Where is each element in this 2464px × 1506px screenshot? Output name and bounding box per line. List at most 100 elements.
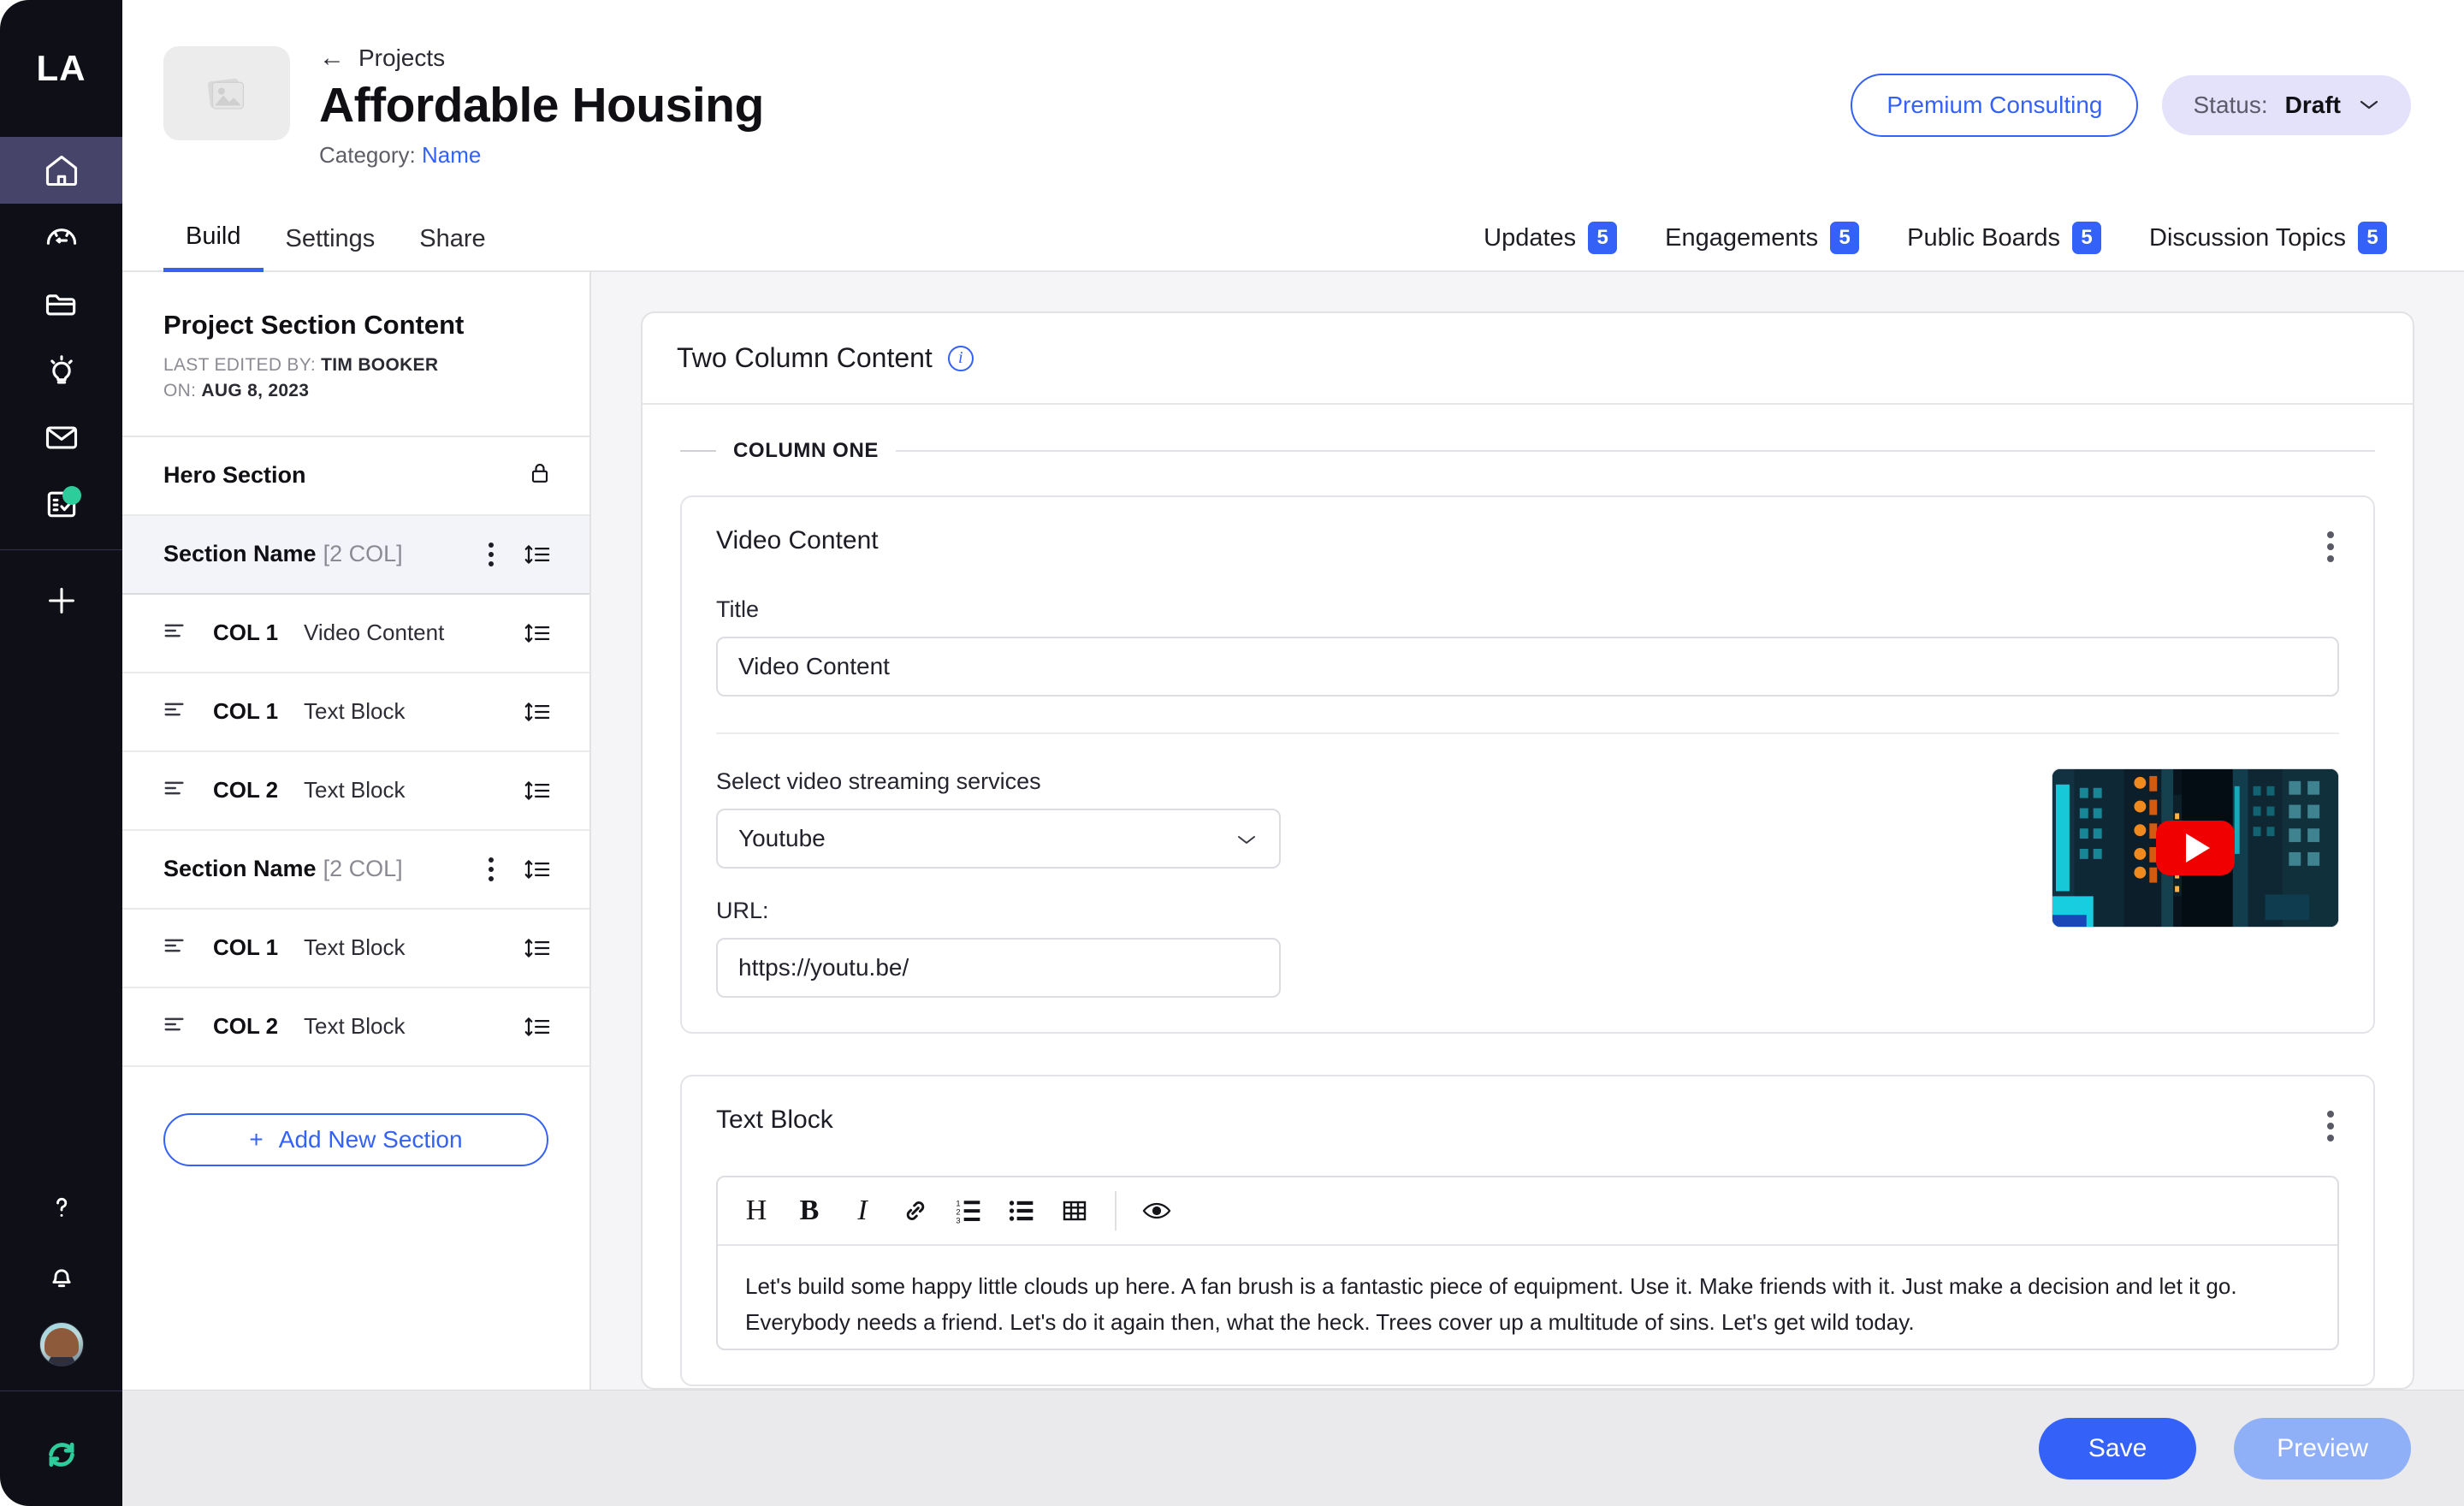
block-row-col1-text[interactable]: COL 1 Text Block [122,673,589,752]
block-row-s2-col2-text[interactable]: COL 2 Text Block [122,987,589,1067]
sidebar-item-tasks[interactable] [0,471,122,537]
section-list: Hero Section Section Name [2 COL] COL 1 … [122,436,589,1067]
editor-text-content[interactable]: Let's build some happy little clouds up … [718,1246,2337,1349]
sidebar-item-files[interactable] [0,270,122,337]
text-block-menu-icon[interactable] [2322,1106,2339,1147]
title-input[interactable]: Video Content [716,637,2339,697]
tab-discussion-topics[interactable]: Discussion Topics 5 [2125,222,2411,254]
panel-title: Project Section Content [163,310,465,340]
tab-engagements[interactable]: Engagements 5 [1641,222,1883,254]
tab-updates[interactable]: Updates 5 [1460,222,1641,254]
block-align-icon [163,621,189,644]
sync-icon [48,1442,74,1467]
reorder-icon[interactable] [523,699,552,725]
tab-share[interactable]: Share [397,205,507,272]
video-block-menu-icon[interactable] [2322,526,2339,567]
add-new-button[interactable] [0,562,122,639]
text-block-title: Text Block [716,1106,833,1134]
divider-rule [896,450,2375,452]
image-placeholder-icon [207,78,244,110]
block-type: Video Content [304,620,445,646]
user-avatar-button[interactable] [0,1310,122,1379]
play-icon[interactable] [2156,821,2235,875]
section-name: Hero Section [163,462,306,489]
sync-status-button[interactable] [0,1403,122,1506]
status-value: Draft [2284,92,2341,118]
reorder-icon[interactable] [523,1014,552,1040]
sidebar-item-home[interactable] [0,137,122,204]
sidebar-item-messages[interactable] [0,404,122,471]
sidebar-item-dashboard[interactable] [0,204,122,270]
app-logo[interactable]: LA [0,0,122,137]
italic-icon[interactable]: I [836,1184,889,1237]
link-icon[interactable] [889,1184,942,1237]
divider-dash [680,450,716,452]
section-row-hero[interactable]: Hero Section [122,436,589,516]
url-input[interactable]: https://youtu.be/ [716,938,1281,998]
bullet-list-icon[interactable] [995,1184,1048,1237]
block-align-icon [163,779,189,802]
content-body: Project Section Content LAST EDITED BY: … [122,272,2464,1390]
preview-button[interactable]: Preview [2234,1417,2411,1479]
edited-on-label: ON: [163,381,197,401]
block-column: COL 2 [213,777,279,803]
add-new-section-button[interactable]: + Add New Section [163,1112,548,1166]
bold-icon[interactable]: B [783,1184,836,1237]
tab-build[interactable]: Build [163,205,264,272]
section-row-1[interactable]: Section Name [2 COL] [122,515,589,595]
project-thumbnail[interactable] [163,46,290,140]
bell-icon [51,1269,71,1288]
category-value[interactable]: Name [422,142,481,168]
table-icon[interactable] [1048,1184,1101,1237]
help-button[interactable] [0,1173,122,1242]
ordered-list-icon[interactable]: 1 2 3 [942,1184,995,1237]
video-settings-row: Select video streaming services Youtube … [716,768,2339,998]
breadcrumb-label[interactable]: Projects [358,44,445,72]
block-row-col1-video[interactable]: COL 1 Video Content [122,594,589,673]
sidebar-item-ideas[interactable] [0,337,122,404]
save-button[interactable]: Save [2038,1417,2197,1479]
notifications-button[interactable] [0,1242,122,1310]
info-icon[interactable]: i [947,345,974,371]
section-tag: [2 COL] [323,541,403,567]
premium-consulting-button[interactable]: Premium Consulting [1851,74,2139,137]
status-label: Status: [2193,92,2268,118]
tab-settings[interactable]: Settings [264,205,398,272]
rail-bottom-group [0,1173,122,1379]
reorder-icon[interactable] [523,778,552,803]
reorder-icon[interactable] [523,857,552,882]
section-menu-icon[interactable] [483,537,499,572]
tab-engagements-label: Engagements [1665,223,1819,252]
reorder-icon[interactable] [523,542,552,567]
row-actions [528,460,552,490]
tab-public-boards[interactable]: Public Boards 5 [1883,222,2125,254]
app-window: LA ← Projects Affordable Housing Categor… [0,0,2464,1506]
column-label: COLUMN ONE [733,439,879,462]
row-actions [523,778,552,803]
block-row-s2-col1-text[interactable]: COL 1 Text Block [122,909,589,988]
breadcrumb[interactable]: ← Projects [319,44,764,72]
reorder-icon[interactable] [523,620,552,646]
reorder-icon[interactable] [523,935,552,961]
video-settings-fields: Select video streaming services Youtube … [716,768,2009,998]
action-bar: Save Preview [122,1390,2464,1506]
block-type: Text Block [304,698,406,725]
preview-eye-icon[interactable] [1130,1184,1183,1237]
header-actions: Premium Consulting Status: Draft [1851,38,2411,137]
service-select[interactable]: Youtube [716,809,1281,869]
heading-icon[interactable]: H [730,1184,783,1237]
section-row-2[interactable]: Section Name [2 COL] [122,830,589,910]
block-row-col2-text[interactable]: COL 2 Text Block [122,751,589,831]
status-dropdown[interactable]: Status: Draft [2162,75,2411,135]
tab-discussion-topics-count: 5 [2358,222,2387,254]
video-thumbnail-preview[interactable] [2052,768,2339,928]
rail-divider-bottom [0,1390,122,1391]
text-block-header: Text Block [716,1106,2339,1147]
global-nav-rail: LA [0,0,122,1506]
back-arrow-icon[interactable]: ← [319,45,345,71]
section-name: Section Name [163,541,317,567]
block-column: COL 1 [213,620,279,646]
section-menu-icon[interactable] [483,852,499,886]
section-name: Section Name [163,856,317,882]
tab-bar: Build Settings Share Updates 5 Engagemen… [122,205,2464,272]
